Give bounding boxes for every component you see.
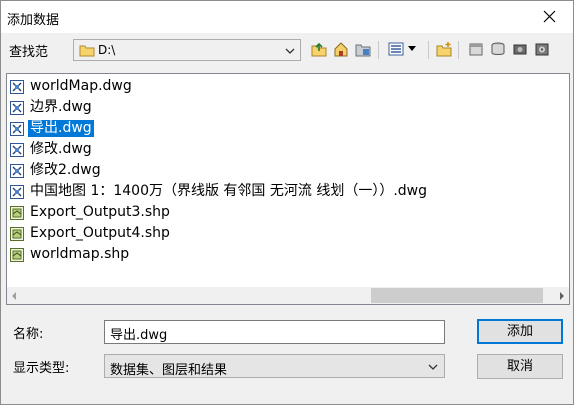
catalog-icon [469, 43, 483, 56]
scrollbar-thumb[interactable] [371, 288, 543, 303]
look-in-dropdown[interactable]: D:\ [73, 39, 301, 61]
file-name: Export_Output3.shp [30, 204, 170, 220]
file-name: Export_Output4.shp [30, 225, 170, 241]
up-folder-icon [311, 42, 327, 57]
shapefile-icon [10, 206, 24, 220]
chevron-down-icon [428, 364, 438, 370]
look-in-value: D:\ [98, 43, 116, 57]
name-label: 名称: [13, 327, 44, 342]
connect-folder-icon [355, 44, 371, 57]
horizontal-scrollbar[interactable] [7, 287, 569, 304]
shapefile-icon [10, 248, 24, 262]
window-title: 添加数据 [7, 13, 60, 28]
new-folder-icon [436, 42, 452, 57]
close-button[interactable] [535, 5, 565, 29]
look-in-label: 查找范 [9, 45, 49, 60]
file-name: 边界.dwg [30, 99, 92, 115]
show-type-value: 数据集、图层和结果 [110, 363, 228, 378]
catalog-button[interactable] [466, 39, 486, 59]
file-name: 修改2.dwg [30, 162, 101, 178]
view-dropdown-icon [408, 46, 416, 51]
file-list[interactable]: worldMap.dwg 边界.dwg 导出.dwg 修改.dwg 修改2.dwg 中国地… [6, 73, 570, 305]
file-name: 导出.dwg [28, 120, 94, 137]
database-icon [491, 42, 505, 55]
options-icon [535, 43, 549, 56]
cad-file-icon [10, 80, 24, 94]
disconnect-icon [513, 44, 527, 55]
toolbar-separator [458, 41, 459, 59]
cancel-button[interactable]: 取消 [477, 354, 563, 379]
file-name: worldMap.dwg [30, 78, 132, 94]
cad-file-icon [10, 164, 24, 178]
view-dropdown-button[interactable] [405, 39, 421, 59]
file-name: 修改.dwg [30, 141, 92, 157]
list-view-button[interactable] [386, 39, 406, 59]
scroll-right-icon[interactable] [559, 292, 565, 300]
home-icon [334, 42, 348, 57]
cad-file-icon [10, 122, 24, 136]
shapefile-icon [10, 227, 24, 241]
chevron-down-icon [285, 48, 295, 54]
cad-file-icon [10, 185, 24, 199]
type-label: 显示类型: [13, 361, 70, 376]
show-type-dropdown[interactable]: 数据集、图层和结果 [104, 354, 445, 378]
new-folder-button[interactable] [434, 39, 454, 59]
database-button[interactable] [488, 39, 508, 59]
file-name: worldmap.shp [30, 246, 130, 262]
cad-file-icon [10, 101, 24, 115]
connect-folder-button[interactable] [353, 39, 373, 59]
list-view-icon [388, 42, 404, 56]
cad-file-icon [10, 143, 24, 157]
toolbar-separator [378, 41, 379, 59]
add-data-dialog: 添加数据 查找范 D:\ worldMap.dwg 边界.dwg 导出.dwg … [0, 0, 574, 405]
toolbar-separator [428, 41, 429, 59]
disconnect-button[interactable] [510, 39, 530, 59]
title-bar[interactable]: 添加数据 [1, 1, 573, 33]
folder-icon [79, 45, 95, 57]
up-folder-button[interactable] [309, 39, 329, 59]
options-button[interactable] [532, 39, 552, 59]
file-name: 中国地图 1：1400万（界线版 有邻国 无河流 线划（一））.dwg [30, 183, 428, 199]
name-field[interactable]: 导出.dwg [104, 320, 445, 344]
add-button[interactable]: 添加 [477, 319, 563, 344]
close-icon [543, 10, 556, 23]
scroll-left-icon[interactable] [11, 292, 17, 300]
home-button[interactable] [331, 39, 351, 59]
